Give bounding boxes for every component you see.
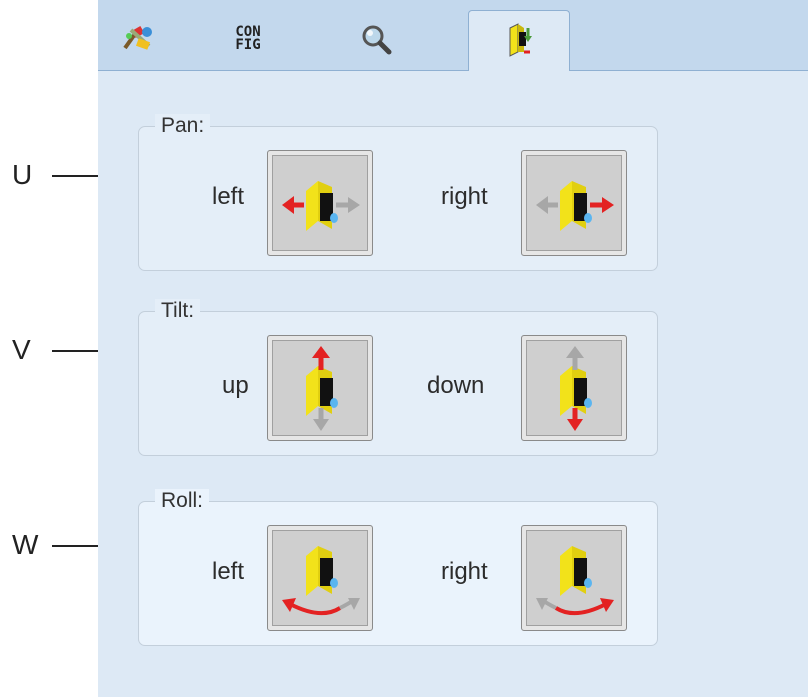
- tab-tools[interactable]: [108, 14, 168, 64]
- roll-left-label: left: [212, 558, 245, 585]
- pan-right-button[interactable]: [521, 150, 627, 256]
- tilt-up-icon: [306, 346, 338, 431]
- pan-title: Pan:: [155, 114, 211, 138]
- tab-camera-motion[interactable]: [468, 10, 570, 71]
- tilt-down-icon: [560, 346, 592, 431]
- motion-controls: Pan: left right Tilt: up down Roll: left…: [98, 71, 808, 697]
- camera-arrows-icon: [509, 23, 532, 57]
- pan-right-icon: [536, 181, 614, 231]
- roll-right-button[interactable]: [521, 525, 627, 631]
- magnifier-icon: [362, 25, 392, 55]
- config-label: CON FIG: [235, 25, 261, 53]
- callout-letter-w: W: [12, 529, 39, 560]
- tilt-group: Tilt: up down: [138, 299, 658, 456]
- tilt-down-button[interactable]: [521, 335, 627, 441]
- roll-right-label: right: [441, 558, 488, 585]
- config-label-bottom: FIG: [235, 37, 261, 53]
- callout-letter-v: V: [12, 334, 31, 365]
- callout-letter-u: U: [12, 159, 33, 190]
- tilt-up-button[interactable]: [267, 335, 373, 441]
- tilt-up-label: up: [222, 372, 249, 399]
- roll-group: Roll: left right: [138, 489, 658, 646]
- pan-left-label: left: [212, 183, 245, 210]
- roll-left-button[interactable]: [267, 525, 373, 631]
- roll-right-icon: [536, 546, 614, 616]
- roll-left-icon: [282, 546, 360, 616]
- tab-bar: CON FIG: [98, 0, 808, 71]
- tab-search[interactable]: [346, 14, 406, 64]
- pan-left-button[interactable]: [267, 150, 373, 256]
- roll-title: Roll:: [155, 489, 210, 513]
- pan-left-icon: [282, 181, 360, 231]
- tilt-down-label: down: [427, 372, 485, 399]
- tab-config[interactable]: CON FIG: [218, 14, 278, 64]
- pan-group: Pan: left right: [138, 114, 658, 271]
- colorful-tools-icon: [123, 26, 152, 50]
- camera-control-panel: CON FIG Pan: left right Tilt: up down Ro…: [98, 0, 808, 697]
- pan-right-label: right: [441, 183, 488, 210]
- tilt-title: Tilt:: [155, 299, 201, 323]
